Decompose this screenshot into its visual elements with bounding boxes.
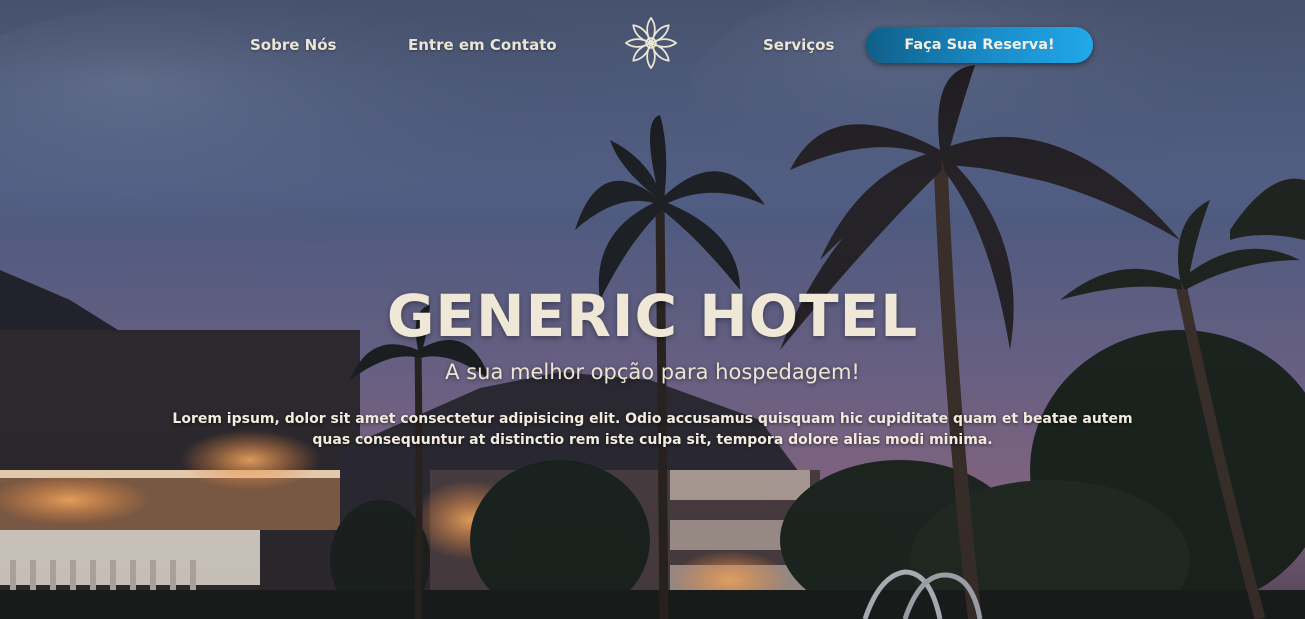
- nav-link-servicos[interactable]: Serviços: [763, 36, 834, 54]
- lotus-flower-icon[interactable]: [622, 14, 680, 72]
- hero-description: Lorem ipsum, dolor sit amet consectetur …: [172, 411, 1133, 448]
- nav-link-sobre-nos[interactable]: Sobre Nós: [250, 36, 336, 54]
- reservation-button[interactable]: Faça Sua Reserva!: [866, 27, 1093, 63]
- hero-subtitle: A sua melhor opção para hospedagem!: [445, 360, 860, 384]
- main-navigation: Sobre Nós Entre em Contato Serviços Faça…: [0, 0, 1305, 90]
- hero-title: GENERIC HOTEL: [386, 282, 919, 350]
- nav-link-contato[interactable]: Entre em Contato: [408, 36, 557, 54]
- hero-section: Sobre Nós Entre em Contato Serviços Faça…: [0, 0, 1305, 619]
